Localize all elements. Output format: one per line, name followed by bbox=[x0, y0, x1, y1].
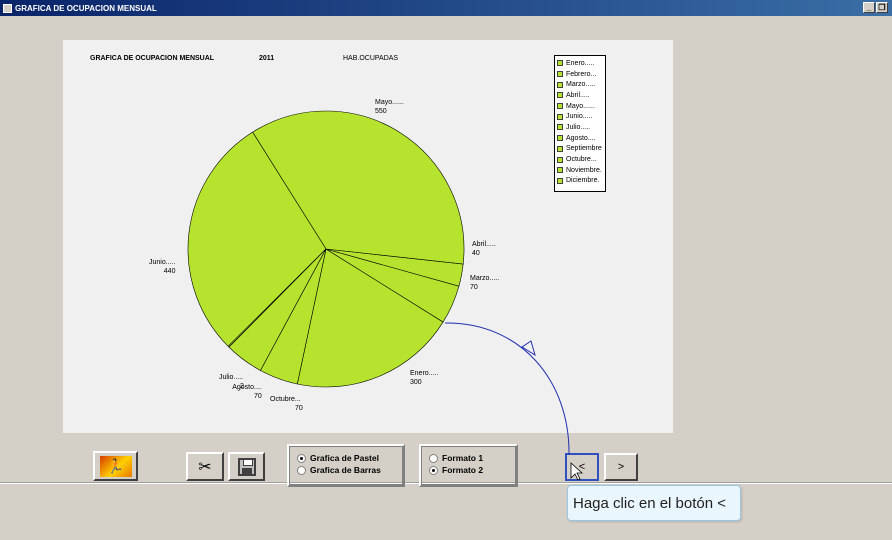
legend-label: Junio..... bbox=[566, 113, 593, 121]
legend-label: Febrero... bbox=[566, 70, 597, 78]
legend-item: Diciembre. bbox=[557, 176, 603, 187]
slice-label-junio: Junio..... 440 bbox=[149, 258, 175, 276]
slice-label-mayo: Mayo...... 550 bbox=[375, 98, 404, 116]
legend-swatch bbox=[557, 156, 563, 163]
floppy-disk-icon bbox=[237, 457, 256, 476]
slice-label-name: Octubre... bbox=[270, 396, 301, 403]
restore-button[interactable]: ❐ bbox=[876, 2, 888, 13]
legend-item: Julio..... bbox=[557, 122, 603, 133]
legend-swatch bbox=[557, 60, 563, 67]
chart-panel: GRAFICA DE OCUPACION MENSUAL 2011 HAB.OC… bbox=[63, 40, 673, 433]
radio-button[interactable] bbox=[429, 453, 438, 463]
legend-item: Mayo...... bbox=[557, 101, 603, 112]
slice-label-value: 70 bbox=[254, 393, 262, 400]
legend-item: Septiembre bbox=[557, 144, 603, 155]
format-group: Formato 1 Formato 2 bbox=[419, 444, 518, 487]
radio-bar-chart[interactable]: Grafica de Barras bbox=[297, 464, 395, 476]
slice-label-name: Agosto.... bbox=[232, 384, 262, 391]
slice-label-agosto: Agosto.... 70 bbox=[231, 383, 262, 401]
window-title: GRAFICA DE OCUPACION MENSUAL bbox=[15, 3, 157, 13]
radio-pie-chart[interactable]: Grafica de Pastel bbox=[297, 452, 395, 464]
slice-label-name: Abril..... bbox=[472, 241, 496, 248]
legend-label: Agosto.... bbox=[566, 134, 596, 142]
chart-type-group: Grafica de Pastel Grafica de Barras bbox=[287, 444, 405, 487]
slice-label-name: Julio..... bbox=[219, 374, 244, 381]
next-button[interactable]: > bbox=[604, 453, 638, 481]
legend-label: Octubre... bbox=[566, 156, 597, 164]
radio-format-1[interactable]: Formato 1 bbox=[429, 452, 508, 464]
legend-item: Abril..... bbox=[557, 90, 603, 101]
minimize-button[interactable]: _ bbox=[863, 2, 875, 13]
exit-button[interactable]: 🏃 bbox=[93, 451, 138, 481]
legend-item: Agosto.... bbox=[557, 133, 603, 144]
radio-label: Grafica de Pastel bbox=[310, 453, 379, 463]
radio-button-checked[interactable] bbox=[429, 465, 438, 475]
slice-label-octubre: Octubre... 70 bbox=[270, 395, 303, 413]
legend-swatch bbox=[557, 103, 563, 110]
chart-subtitle: HAB.OCUPADAS bbox=[343, 55, 399, 62]
legend-label: Julio..... bbox=[566, 123, 591, 131]
instruction-tooltip: Haga clic en el botón < bbox=[567, 485, 741, 521]
legend-item: Junio..... bbox=[557, 111, 603, 122]
slice-label-value: 70 bbox=[295, 405, 303, 412]
slice-label-name: Enero..... bbox=[410, 370, 439, 377]
radio-format-2[interactable]: Formato 2 bbox=[429, 464, 508, 476]
slice-label-julio: Julio..... bbox=[219, 373, 243, 382]
slice-label-name: Marzo..... bbox=[470, 275, 500, 282]
radio-button[interactable] bbox=[297, 465, 306, 475]
slice-label-value: 300 bbox=[410, 379, 422, 386]
slice-label-value: 70 bbox=[470, 284, 478, 291]
radio-label: Grafica de Barras bbox=[310, 465, 381, 475]
radio-button-checked[interactable] bbox=[297, 453, 306, 463]
legend-label: Mayo...... bbox=[566, 102, 595, 110]
previous-button[interactable]: < bbox=[565, 453, 599, 481]
legend-label: Abril..... bbox=[566, 91, 590, 99]
legend-item: Noviembre. bbox=[557, 165, 603, 176]
legend-swatch bbox=[557, 71, 563, 78]
legend-label: Noviembre. bbox=[566, 166, 602, 174]
legend-item: Enero..... bbox=[557, 58, 603, 69]
slice-label-name: Mayo...... bbox=[375, 99, 404, 106]
legend-swatch bbox=[557, 124, 563, 131]
legend-swatch bbox=[557, 145, 563, 152]
title-bar: GRAFICA DE OCUPACION MENSUAL _ ❐ bbox=[0, 0, 892, 16]
legend-item: Febrero... bbox=[557, 69, 603, 80]
exit-door-icon: 🏃 bbox=[99, 455, 132, 477]
legend-swatch bbox=[557, 81, 563, 88]
legend-label: Septiembre bbox=[566, 145, 602, 153]
save-button[interactable] bbox=[228, 452, 265, 481]
legend-label: Enero..... bbox=[566, 59, 595, 67]
slice-label-value: 440 bbox=[163, 268, 176, 275]
legend-swatch bbox=[557, 177, 563, 184]
radio-label: Formato 2 bbox=[442, 465, 484, 475]
legend-swatch bbox=[557, 135, 563, 142]
app-icon bbox=[3, 3, 12, 13]
legend-item: Octubre... bbox=[557, 154, 603, 165]
chart-legend: Enero..... Febrero... Marzo..... Abril.....… bbox=[554, 55, 606, 192]
slice-label-name: Junio..... bbox=[149, 259, 176, 266]
legend-label: Diciembre. bbox=[566, 177, 600, 185]
radio-label: Formato 1 bbox=[442, 453, 484, 463]
cut-button[interactable]: ✂ bbox=[186, 452, 224, 481]
legend-item: Marzo..... bbox=[557, 79, 603, 90]
chart-title: GRAFICA DE OCUPACION MENSUAL bbox=[90, 55, 215, 62]
slice-label-enero: Enero..... 300 bbox=[410, 369, 438, 387]
scissors-icon: ✂ bbox=[198, 458, 212, 476]
chart-year: 2011 bbox=[259, 55, 275, 62]
slice-label-value: 40 bbox=[472, 250, 480, 257]
window-controls: _ ❐ bbox=[863, 2, 888, 13]
legend-swatch bbox=[557, 113, 563, 120]
slice-label-abril: Abril..... 40 bbox=[472, 240, 496, 258]
slice-label-marzo: Marzo..... 70 bbox=[470, 274, 499, 292]
slice-label-value: 550 bbox=[375, 108, 387, 115]
legend-label: Marzo..... bbox=[566, 81, 596, 89]
legend-swatch bbox=[557, 167, 563, 174]
legend-swatch bbox=[557, 92, 563, 99]
